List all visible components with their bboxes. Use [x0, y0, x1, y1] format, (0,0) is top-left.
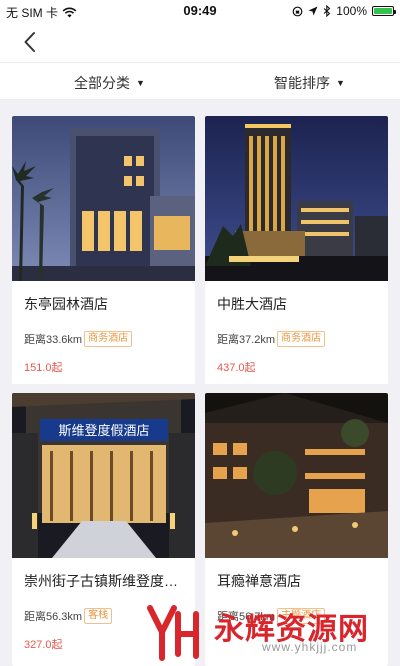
- hotel-name: 中胜大酒店: [217, 296, 287, 312]
- nav-bar: [0, 22, 400, 62]
- sort-filter[interactable]: 智能排序 ▼: [274, 73, 345, 93]
- bluetooth-icon: [323, 5, 331, 17]
- category-filter-label: 全部分类: [74, 75, 130, 91]
- hotel-price: 151.0起: [24, 362, 63, 374]
- status-bar: 无 SIM 卡 09:49 100%: [0, 0, 400, 22]
- hotel-distance: 距离33.6km: [24, 334, 83, 346]
- hotel-card-body: 东亭园林酒店 距离33.6km 商务酒店 151.0起: [12, 294, 195, 375]
- lock-rotation-icon: [292, 6, 303, 16]
- back-button[interactable]: [16, 28, 44, 56]
- location-arrow-icon: [308, 6, 318, 16]
- hotel-grid: 东亭园林酒店 距离33.6km 商务酒店 151.0起 中胜大酒店 距离37.2…: [0, 100, 400, 666]
- hotel-meta: 距离33.6km 商务酒店: [24, 331, 183, 347]
- category-filter[interactable]: 全部分类 ▼: [74, 73, 145, 93]
- chevron-left-icon: [24, 32, 35, 52]
- hotel-photo: [205, 393, 388, 558]
- hotel-card[interactable]: 东亭园林酒店 距离33.6km 商务酒店 151.0起: [12, 116, 195, 384]
- hotel-distance: 距离37.2km: [217, 334, 276, 346]
- caret-down-icon: ▼: [336, 78, 345, 88]
- hotel-meta: 距离37.2km 商务酒店: [217, 331, 376, 347]
- hotel-photo: [205, 116, 388, 281]
- battery-percent: 100%: [336, 4, 367, 18]
- watermark-url: www.yhkjjj.com: [262, 640, 358, 654]
- battery-icon: [372, 6, 396, 16]
- hotel-type-tag: 商务酒店: [277, 331, 326, 347]
- hotel-name: 耳瘾禅意酒店: [217, 573, 301, 589]
- caret-down-icon: ▼: [136, 78, 145, 88]
- hotel-photo: 斯维登度假酒店: [12, 393, 195, 558]
- hotel-price: 437.0起: [217, 362, 256, 374]
- hotel-type-tag: 客栈: [84, 608, 113, 624]
- hotel-distance: 距离56.3km: [24, 611, 83, 623]
- status-right: 100%: [292, 4, 396, 18]
- hotel-photo: [12, 116, 195, 281]
- watermark: 永辉资源网 www.yhkjjj.com: [146, 596, 400, 666]
- watermark-logo-icon: [147, 605, 199, 661]
- battery-level: [374, 8, 392, 14]
- filter-bar: 全部分类 ▼ 智能排序 ▼: [0, 62, 400, 100]
- hotel-name: 东亭园林酒店: [24, 296, 108, 312]
- hotel-card[interactable]: 中胜大酒店 距离37.2km 商务酒店 437.0起: [205, 116, 388, 384]
- hotel-name: 崇州街子古镇斯维登度…: [24, 573, 178, 589]
- sort-filter-label: 智能排序: [274, 75, 330, 91]
- hotel-type-tag: 商务酒店: [84, 331, 133, 347]
- hotel-photo-sign: 斯维登度假酒店: [58, 423, 149, 439]
- hotel-card-body: 中胜大酒店 距离37.2km 商务酒店 437.0起: [205, 294, 388, 375]
